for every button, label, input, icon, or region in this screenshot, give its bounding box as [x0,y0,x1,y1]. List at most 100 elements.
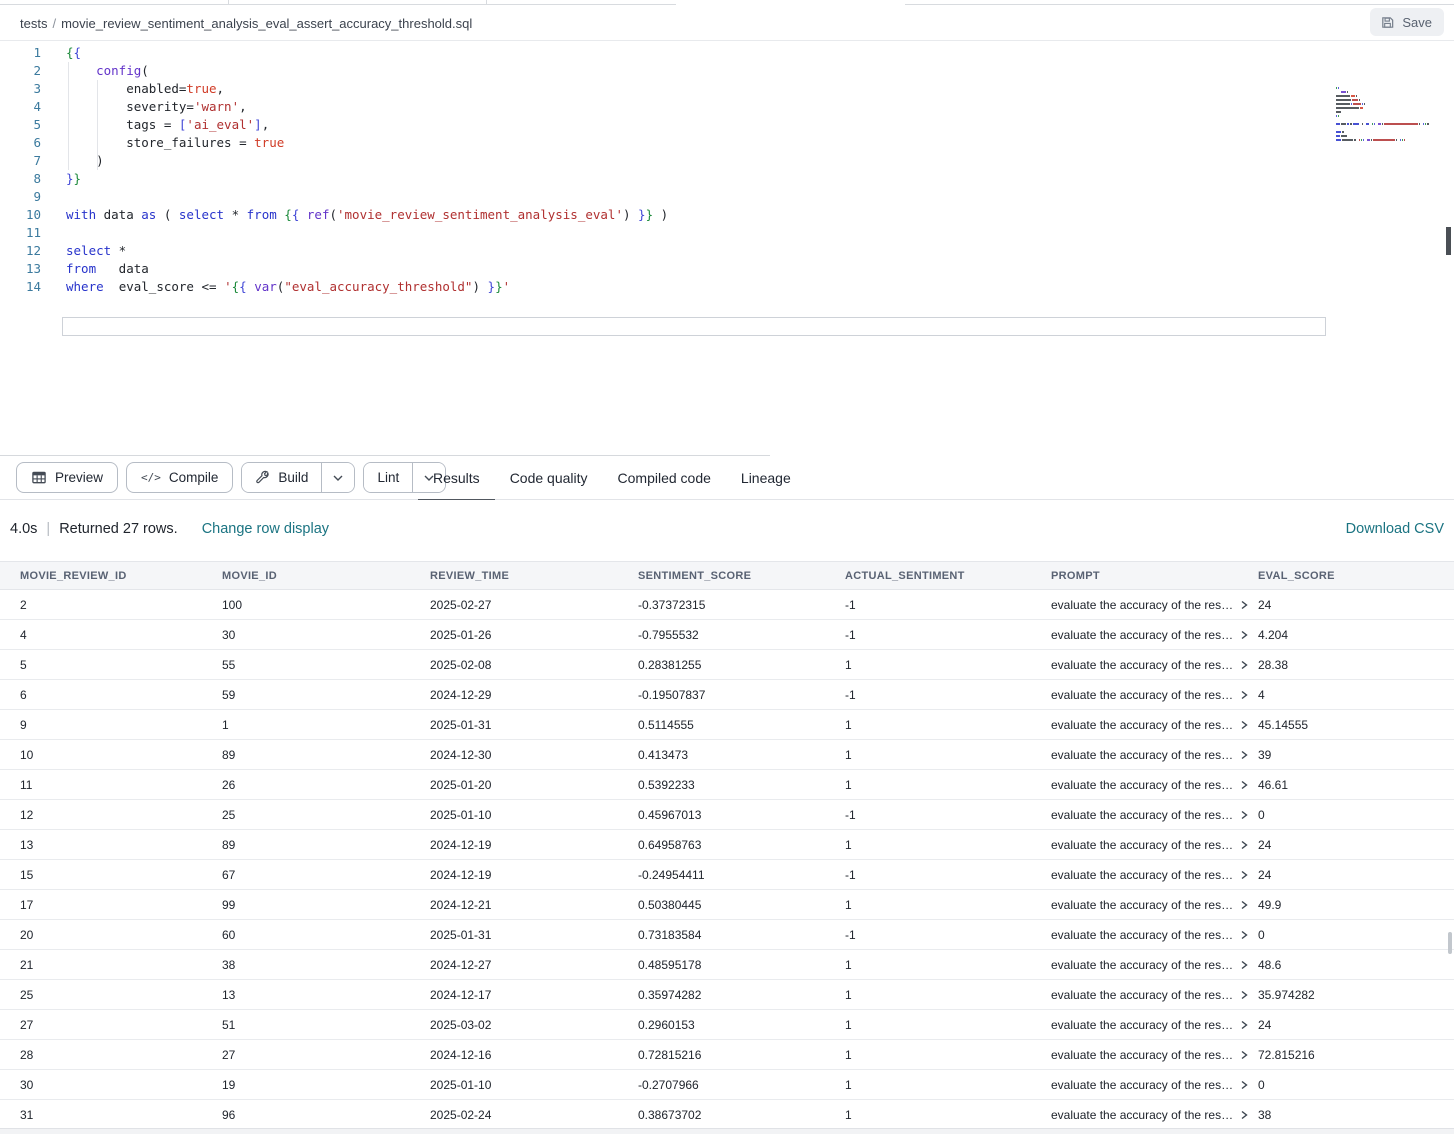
chevron-down-icon [333,475,343,481]
code-line: 3 enabled=true, [0,80,668,98]
cell: -1 [845,628,1051,642]
code-editor[interactable]: 1{{2 config(3 enabled=true,4 severity='w… [0,41,1454,455]
cell: 17 [20,898,222,912]
preview-button[interactable]: Preview [16,462,118,493]
wrench-icon [255,470,270,485]
expand-prompt-chevron-icon[interactable] [1240,840,1248,850]
tab-results[interactable]: Results [418,455,495,500]
line-number: 3 [0,80,41,98]
cell: 0.38673702 [638,1108,845,1122]
results-table-header: MOVIE_REVIEW_IDMOVIE_IDREVIEW_TIMESENTIM… [0,561,1454,590]
expand-prompt-chevron-icon[interactable] [1240,630,1248,640]
cell: 1 [845,958,1051,972]
cell: 25 [222,808,430,822]
results-table: MOVIE_REVIEW_IDMOVIE_IDREVIEW_TIMESENTIM… [0,561,1454,1130]
table-horizontal-scrollbar[interactable] [0,1128,1454,1134]
cell: 0.5114555 [638,718,845,732]
tab-compiled-code[interactable]: Compiled code [603,455,726,500]
breadcrumb-folder[interactable]: tests [20,16,47,31]
editor-minimap[interactable] [1336,87,1446,143]
expand-prompt-chevron-icon[interactable] [1240,930,1248,940]
cell: 0.45967013 [638,808,845,822]
column-header-eval_score: EVAL_SCORE [1258,570,1454,582]
table-row: 21002025-02-27-0.37372315-1evaluate the … [0,590,1454,620]
expand-prompt-chevron-icon[interactable] [1240,720,1248,730]
expand-prompt-chevron-icon[interactable] [1240,810,1248,820]
cell: 59 [222,688,430,702]
table-row: 25132024-12-170.359742821evaluate the ac… [0,980,1454,1010]
expand-prompt-chevron-icon[interactable] [1240,900,1248,910]
tab-strip-line-right [905,4,1454,5]
cell: 1 [845,658,1051,672]
table-scrollbar-thumb[interactable] [1448,932,1452,954]
cell: 1 [845,898,1051,912]
expand-prompt-chevron-icon[interactable] [1240,750,1248,760]
line-number: 8 [0,170,41,188]
cell: -0.7955532 [638,628,845,642]
cell: 30 [20,1078,222,1092]
cell: 0.73183584 [638,928,845,942]
expand-prompt-chevron-icon[interactable] [1240,1110,1248,1120]
cell: 25 [20,988,222,1002]
editor-scrollbar-thumb[interactable] [1446,227,1451,255]
save-button[interactable]: Save [1370,8,1444,36]
compile-button-label: Compile [169,470,219,485]
prompt-cell: evaluate the accuracy of the res… [1051,1078,1258,1092]
cell: -0.24954411 [638,868,845,882]
prompt-cell: evaluate the accuracy of the res… [1051,778,1258,792]
expand-prompt-chevron-icon[interactable] [1240,780,1248,790]
compile-button[interactable]: </> Compile [126,462,233,493]
cell: 1 [845,1048,1051,1062]
table-row: 30192025-01-10-0.27079661evaluate the ac… [0,1070,1454,1100]
table-row: 10892024-12-300.4134731evaluate the accu… [0,740,1454,770]
code-line: 14where eval_score <= '{{ var("eval_accu… [0,278,668,296]
cell: 60 [222,928,430,942]
cell: 2024-12-16 [430,1048,638,1062]
expand-prompt-chevron-icon[interactable] [1240,1080,1248,1090]
cell: 12 [20,808,222,822]
change-row-display-link[interactable]: Change row display [202,521,329,537]
download-csv-link[interactable]: Download CSV [1346,521,1444,537]
cell-eval-score: 0 [1258,808,1454,822]
cell: 13 [20,838,222,852]
column-header-movie_id: MOVIE_ID [222,570,430,582]
prompt-cell: evaluate the accuracy of the res… [1051,928,1258,942]
cell: -1 [845,598,1051,612]
prompt-text: evaluate the accuracy of the res… [1051,898,1233,912]
expand-prompt-chevron-icon[interactable] [1240,870,1248,880]
expand-prompt-chevron-icon[interactable] [1240,960,1248,970]
expand-prompt-chevron-icon[interactable] [1240,660,1248,670]
line-number: 4 [0,98,41,116]
cell: 1 [845,1108,1051,1122]
prompt-cell: evaluate the accuracy of the res… [1051,898,1258,912]
prompt-cell: evaluate the accuracy of the res… [1051,868,1258,882]
lint-button[interactable]: Lint [364,463,412,492]
expand-prompt-chevron-icon[interactable] [1240,990,1248,1000]
cell-eval-score: 24 [1258,598,1454,612]
build-button[interactable]: Build [242,463,321,492]
prompt-text: evaluate the accuracy of the res… [1051,958,1233,972]
cell: -0.37372315 [638,598,845,612]
line-number: 6 [0,134,41,152]
expand-prompt-chevron-icon[interactable] [1240,690,1248,700]
cell: 20 [20,928,222,942]
prompt-text: evaluate the accuracy of the res… [1051,688,1233,702]
tab-lineage[interactable]: Lineage [726,455,806,500]
cell: 30 [222,628,430,642]
build-dropdown-button[interactable] [321,463,354,492]
prompt-cell: evaluate the accuracy of the res… [1051,688,1258,702]
cell: 2025-02-24 [430,1108,638,1122]
code-line: 12select * [0,242,668,260]
cell: -1 [845,688,1051,702]
column-header-prompt: PROMPT [1051,570,1258,582]
tab-code-quality[interactable]: Code quality [495,455,603,500]
cell: 2024-12-19 [430,868,638,882]
prompt-text: evaluate the accuracy of the res… [1051,1018,1233,1032]
cell: 2024-12-19 [430,838,638,852]
cell-eval-score: 0 [1258,928,1454,942]
expand-prompt-chevron-icon[interactable] [1240,600,1248,610]
cell: -1 [845,928,1051,942]
cell-eval-score: 39 [1258,748,1454,762]
expand-prompt-chevron-icon[interactable] [1240,1020,1248,1030]
expand-prompt-chevron-icon[interactable] [1240,1050,1248,1060]
